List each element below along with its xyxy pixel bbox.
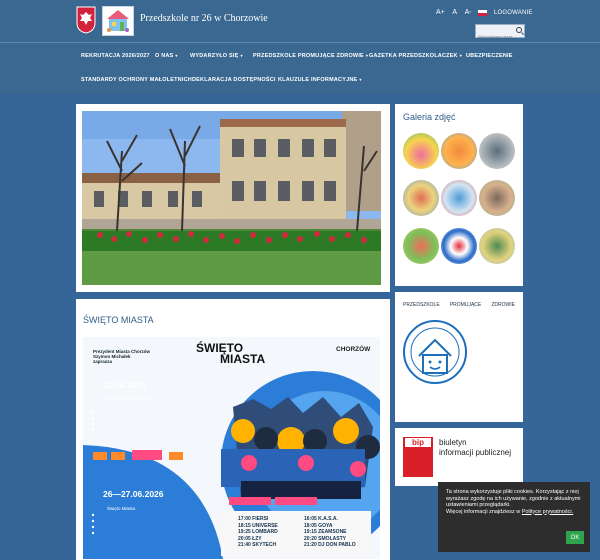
login-link[interactable]: LOGOWANIE: [494, 10, 533, 16]
poster-city-logo: CHORZÓW: [336, 346, 371, 353]
nav-item-przedszkole-promujace-zdrowie[interactable]: PRZEDSZKOLE PROMUJĄCE ZDROWIE ▾: [253, 53, 368, 59]
lineup-row: 21:40 SKYTECH: [238, 542, 277, 548]
font-size-controls: A+ A A-: [436, 9, 478, 16]
gallery-thumbnail[interactable]: [441, 228, 477, 264]
gallery-title[interactable]: Galeria zdjęć: [403, 112, 456, 122]
school-house-logo-icon: [107, 10, 129, 32]
nav-item-o-nas[interactable]: O NAS ▾: [155, 53, 178, 59]
poster-headline-line: MIASTA: [220, 352, 266, 366]
promo-word: PROMUJĄCE: [449, 302, 482, 308]
search-input[interactable]: [476, 30, 516, 43]
cookie-more-text: Więcej informacji znajdziesz w: [446, 508, 521, 515]
chevron-down-icon: ▾: [459, 53, 462, 58]
nav-item-label: DEKLARACJA DOSTĘPNOŚCI: [192, 77, 276, 83]
bip-title: biuletyn informacji publicznej: [439, 438, 511, 458]
polish-eagle-crest-icon: [76, 6, 96, 34]
poster-date-2-title: Święto Miasta: [107, 506, 136, 511]
cookie-text: Ta strona wykorzystuje pliki cookies. Ko…: [446, 489, 582, 515]
gallery-widget: Galeria zdjęć: [395, 104, 523, 286]
gallery-thumbnail[interactable]: [441, 133, 477, 169]
main-navigation: REKRUTACJA 2026/2027 O NAS ▾ WYDARZYŁO SI…: [0, 42, 600, 95]
site-header: Przedszkole nr 26 w Chorzowie A+ A A- LO…: [0, 0, 600, 43]
nav-item-label: STANDARDY OCHRONY MAŁOLETNICH: [81, 77, 192, 83]
gallery-thumbnail[interactable]: [479, 228, 515, 264]
event-poster[interactable]: Prezydent Miasta Chorzów Szymon Michałek…: [83, 337, 380, 559]
poster-date-1: 21.06.2026: [103, 380, 146, 390]
bip-title-line: biuletyn: [439, 438, 467, 447]
font-increase-button[interactable]: A+: [436, 9, 445, 16]
privacy-policy-link[interactable]: Polityce prywatności.: [522, 509, 573, 515]
chevron-down-icon: ▾: [365, 53, 369, 58]
nav-item-label: KLAUZULE INFORMACYJNE: [278, 77, 358, 83]
bip-logo-icon: bip: [403, 437, 433, 477]
lineup-row: 19:25 LOMBARD: [238, 529, 278, 535]
kindergarten-building-photo: [82, 111, 381, 285]
nav-item-deklaracja-dostepnosci[interactable]: DEKLARACJA DOSTĘPNOŚCI: [192, 77, 276, 83]
gallery-thumbnail[interactable]: [479, 180, 515, 216]
nav-item-wydarzylo-sie[interactable]: WYDARZYŁO SIĘ ▾: [190, 53, 243, 59]
news-article-card: ŚWIĘTO MIASTA Prezydent Miasta Chorzów S…: [76, 299, 390, 560]
gallery-thumbnail[interactable]: [441, 180, 477, 216]
cookie-accept-button[interactable]: OK: [566, 531, 584, 544]
nav-item-rekrutacja[interactable]: REKRUTACJA 2026/2027: [81, 53, 150, 59]
bip-widget[interactable]: bip biuletyn informacji publicznej: [395, 428, 523, 486]
cookie-message: Ta strona wykorzystuje pliki cookies. Ko…: [446, 489, 581, 508]
nav-item-klauzule[interactable]: KLAUZULE INFORMACYJNE ▾: [278, 77, 362, 83]
gallery-thumbnail[interactable]: [403, 228, 439, 264]
poster-date-1-title: Święto Mieszkańców: [107, 396, 149, 401]
lineup-left: 17:00 FIERSI 18:15 UNIVERSE 19:25 LOMBAR…: [238, 516, 278, 549]
poster-invites-text: zaprasza: [93, 359, 113, 364]
nav-item-label: O NAS: [155, 53, 174, 59]
health-badge-icon: [403, 320, 467, 384]
chevron-down-icon: ▾: [175, 53, 178, 58]
site-title[interactable]: Przedszkole nr 26 w Chorzowie: [140, 13, 268, 24]
bip-logo-text: bip: [405, 438, 431, 447]
news-title[interactable]: ŚWIĘTO MIASTA: [83, 315, 154, 325]
gallery-thumbnail[interactable]: [479, 133, 515, 169]
polish-flag-icon[interactable]: [478, 10, 487, 16]
font-normal-button[interactable]: A: [452, 9, 457, 16]
nav-item-label: UBEZPIECZENIE: [466, 53, 513, 59]
promo-heading: PRZEDSZKOLE PROMUJĄCE ZDROWIE: [403, 302, 515, 308]
poster-presenter: Prezydent Miasta Chorzów Szymon Michałek…: [93, 349, 150, 364]
hero-card: [76, 104, 390, 292]
chevron-down-icon: ▾: [240, 53, 243, 58]
nav-item-label: REKRUTACJA 2026/2027: [81, 53, 150, 59]
chevron-down-icon: ▾: [359, 77, 362, 82]
nav-item-standardy-ochrony[interactable]: STANDARDY OCHRONY MAŁOLETNICH: [81, 77, 192, 83]
nav-item-ubezpieczenie[interactable]: UBEZPIECZENIE: [466, 53, 513, 59]
school-logo[interactable]: [102, 6, 134, 36]
font-decrease-button[interactable]: A-: [465, 9, 472, 16]
nav-item-label: WYDARZYŁO SIĘ: [190, 53, 239, 59]
poster-headline: ŚWIĘTO MIASTA: [196, 342, 266, 366]
search-box: [475, 24, 525, 43]
nav-item-label: GAZETKA PRZEDSZKOLACZEK: [369, 53, 458, 59]
gallery-thumbnail[interactable]: [403, 180, 439, 216]
nav-item-label: PRZEDSZKOLE PROMUJĄCE ZDROWIE: [253, 53, 364, 59]
bip-title-line: informacji publicznej: [439, 448, 512, 457]
gallery-thumbnail[interactable]: [403, 133, 439, 169]
poster-date-2: 26—27.06.2026: [103, 489, 164, 499]
search-icon[interactable]: [516, 27, 522, 33]
lineup-right: 16:05 K.A.S.A. 18:05 GOYA 19:15 ZEAMSONE…: [304, 516, 356, 549]
promo-word: ZDROWIE: [491, 302, 515, 308]
lineup-row: 21:20 DJ DON PABLO: [304, 542, 356, 548]
health-promoting-kindergarten-widget[interactable]: PRZEDSZKOLE PROMUJĄCE ZDROWIE: [395, 292, 523, 422]
promo-word: PRZEDSZKOLE: [403, 302, 440, 308]
nav-item-gazetka[interactable]: GAZETKA PRZEDSZKOLACZEK ▾: [369, 53, 462, 59]
cookie-banner: Ta strona wykorzystuje pliki cookies. Ko…: [438, 482, 590, 552]
